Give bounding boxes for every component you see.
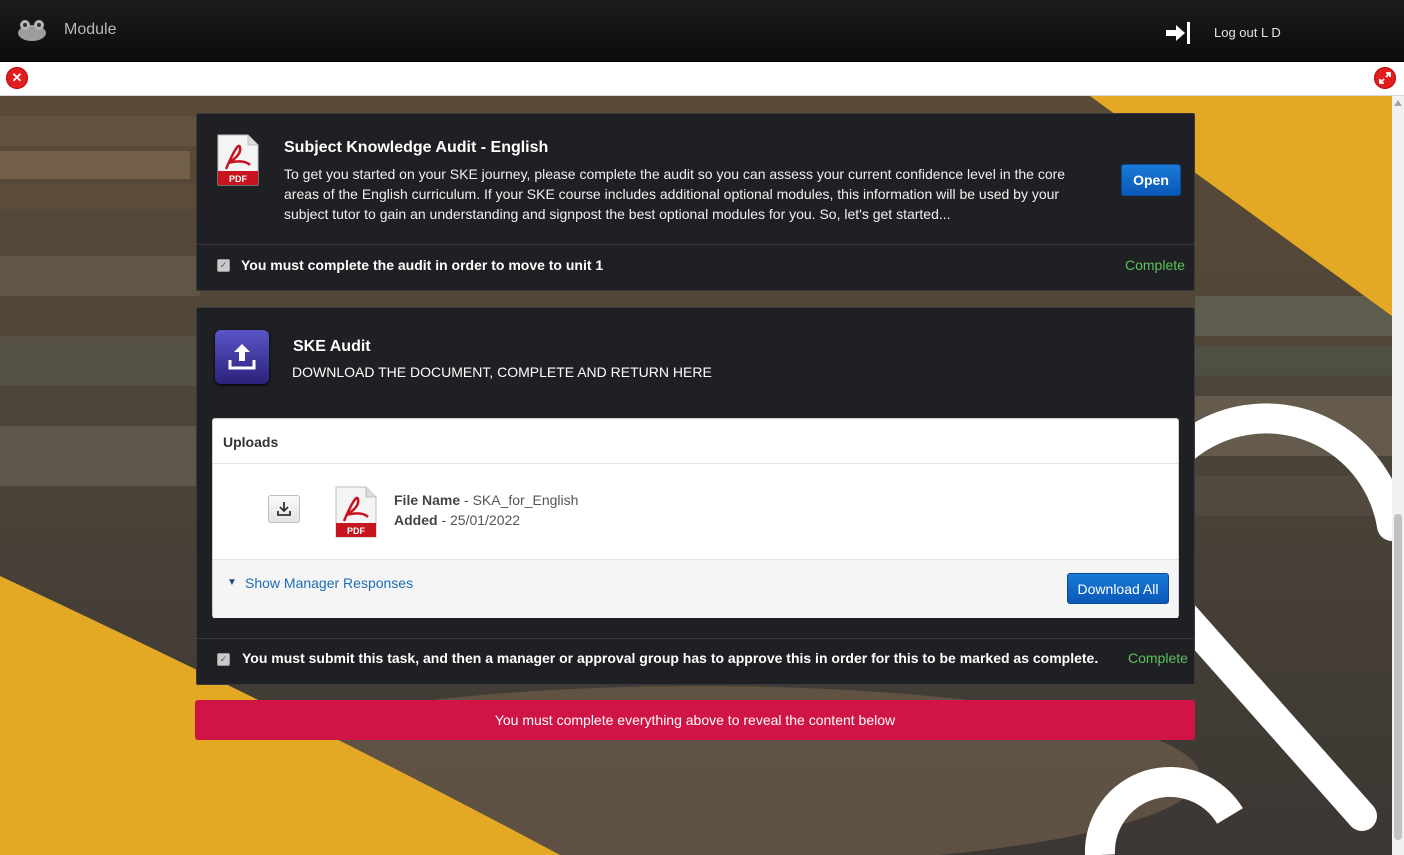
pdf-file-icon[interactable]: PDF bbox=[334, 485, 378, 539]
file-name: File Name - SKA_for_English bbox=[394, 492, 578, 508]
toolbar-strip: ✕ bbox=[0, 62, 1404, 96]
ske-audit-title: SKE Audit bbox=[293, 338, 371, 355]
divider bbox=[197, 244, 1194, 245]
show-manager-responses-link[interactable]: Show Manager Responses bbox=[245, 575, 413, 591]
download-all-button[interactable]: Download All bbox=[1067, 573, 1169, 604]
divider bbox=[197, 638, 1194, 639]
scroll-up-arrow-icon[interactable] bbox=[1394, 100, 1402, 106]
download-file-button[interactable] bbox=[268, 495, 300, 523]
ske-audit-panel: SKE Audit DOWNLOAD THE DOCUMENT, COMPLET… bbox=[196, 307, 1195, 685]
file-name-label: File Name bbox=[394, 492, 461, 508]
scrollbar[interactable] bbox=[1392, 96, 1404, 855]
logout-link[interactable]: Log out L D bbox=[1214, 25, 1281, 40]
frog-logo-icon[interactable] bbox=[16, 19, 48, 43]
locked-content-alert: You must complete everything above to re… bbox=[195, 700, 1195, 740]
audit-task-panel: PDF Subject Knowledge Audit - English To… bbox=[196, 113, 1195, 291]
audit-description: To get you started on your SKE journey, … bbox=[284, 166, 1066, 222]
audit-title: Subject Knowledge Audit - English bbox=[284, 139, 549, 156]
audit-requirement: You must complete the audit in order to … bbox=[241, 257, 604, 273]
requirement-checkbox[interactable]: ✓ bbox=[217, 259, 230, 272]
status-badge: Complete bbox=[1125, 257, 1185, 273]
upload-icon bbox=[228, 344, 256, 370]
close-button[interactable]: ✕ bbox=[6, 67, 28, 89]
uploads-footer: ▼ Show Manager Responses Download All bbox=[213, 559, 1178, 618]
uploads-box: Uploads PDF File Name - SKA_for_English … bbox=[212, 418, 1179, 618]
chevron-down-icon[interactable]: ▼ bbox=[227, 577, 237, 588]
expand-icon bbox=[1379, 72, 1391, 84]
top-bar: Module Log out L D bbox=[0, 0, 1404, 62]
logout-icon[interactable] bbox=[1164, 22, 1192, 44]
close-icon: ✕ bbox=[11, 70, 23, 85]
uploads-title: Uploads bbox=[223, 434, 279, 450]
file-added-date: Added - 25/01/2022 bbox=[394, 512, 520, 528]
ske-audit-subtitle: DOWNLOAD THE DOCUMENT, COMPLETE AND RETU… bbox=[292, 364, 712, 380]
added-value: - 25/01/2022 bbox=[437, 512, 521, 528]
pdf-label: PDF bbox=[347, 526, 366, 536]
module-title[interactable]: Module bbox=[64, 21, 116, 39]
upload-tile[interactable] bbox=[215, 330, 269, 384]
requirement-checkbox[interactable]: ✓ bbox=[217, 653, 230, 666]
ske-requirement: You must submit this task, and then a ma… bbox=[242, 650, 1099, 666]
file-name-value: - SKA_for_English bbox=[460, 492, 579, 508]
added-label: Added bbox=[394, 512, 438, 528]
open-button[interactable]: Open bbox=[1121, 164, 1181, 196]
pdf-label: PDF bbox=[229, 174, 248, 184]
uploads-header: Uploads bbox=[213, 419, 1178, 464]
pdf-file-icon[interactable]: PDF bbox=[216, 133, 260, 187]
scroll-thumb[interactable] bbox=[1394, 514, 1402, 840]
expand-button[interactable] bbox=[1374, 67, 1396, 89]
status-badge: Complete bbox=[1128, 650, 1188, 666]
download-icon bbox=[277, 502, 291, 516]
